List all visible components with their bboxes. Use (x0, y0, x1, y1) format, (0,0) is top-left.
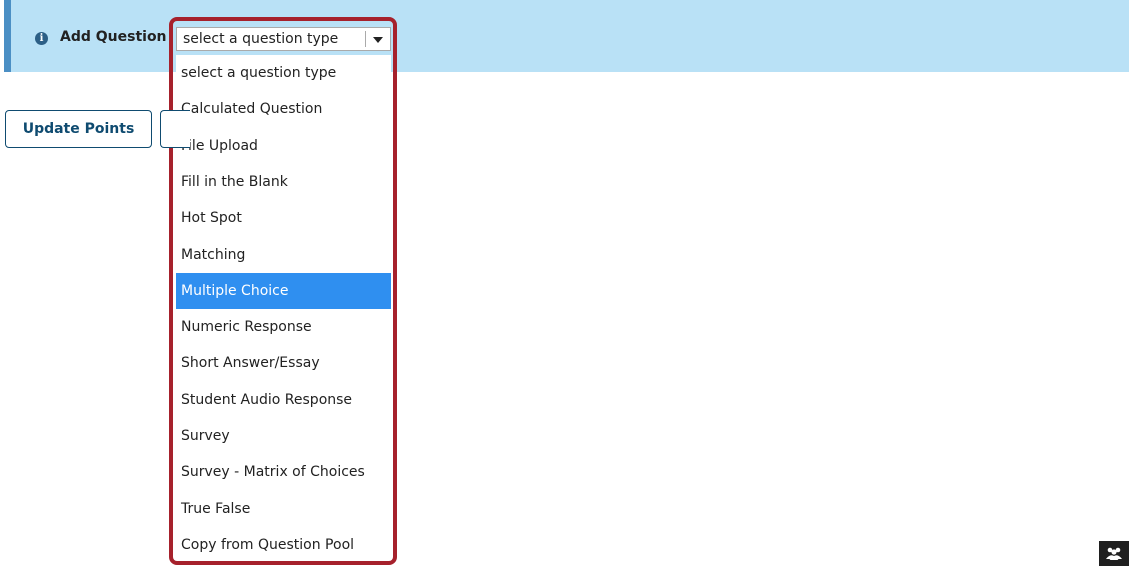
option-fill-in-the-blank[interactable]: Fill in the Blank (176, 164, 391, 200)
select-divider (365, 31, 366, 47)
option-survey-matrix-of-choices[interactable]: Survey - Matrix of Choices (176, 454, 391, 490)
toolbar-button-partial[interactable] (160, 110, 190, 148)
option-calculated-question[interactable]: Calculated Question (176, 91, 391, 127)
option-student-audio-response[interactable]: Student Audio Response (176, 382, 391, 418)
option-matching[interactable]: Matching (176, 237, 391, 273)
people-group-icon (1106, 547, 1122, 560)
add-question-label: Add Question (60, 29, 167, 45)
option-numeric-response[interactable]: Numeric Response (176, 309, 391, 345)
select-current-value: select a question type (183, 31, 339, 47)
option-hot-spot[interactable]: Hot Spot (176, 200, 391, 236)
option-short-answer-essay[interactable]: Short Answer/Essay (176, 345, 391, 381)
option-file-upload[interactable]: File Upload (176, 128, 391, 164)
question-type-dropdown: select a question type Calculated Questi… (176, 55, 391, 563)
option-true-false[interactable]: True False (176, 491, 391, 527)
info-circle-icon[interactable]: i (35, 32, 48, 45)
people-group-widget[interactable] (1099, 541, 1129, 566)
option-multiple-choice[interactable]: Multiple Choice (176, 272, 391, 309)
option-select-a-question-type[interactable]: select a question type (176, 55, 391, 91)
option-survey[interactable]: Survey (176, 418, 391, 454)
update-points-button[interactable]: Update Points (5, 110, 152, 148)
option-copy-from-question-pool[interactable]: Copy from Question Pool (176, 527, 391, 563)
add-question-bar (4, 0, 1129, 72)
caret-down-icon[interactable] (373, 37, 383, 43)
question-type-select[interactable]: select a question type (176, 27, 391, 51)
